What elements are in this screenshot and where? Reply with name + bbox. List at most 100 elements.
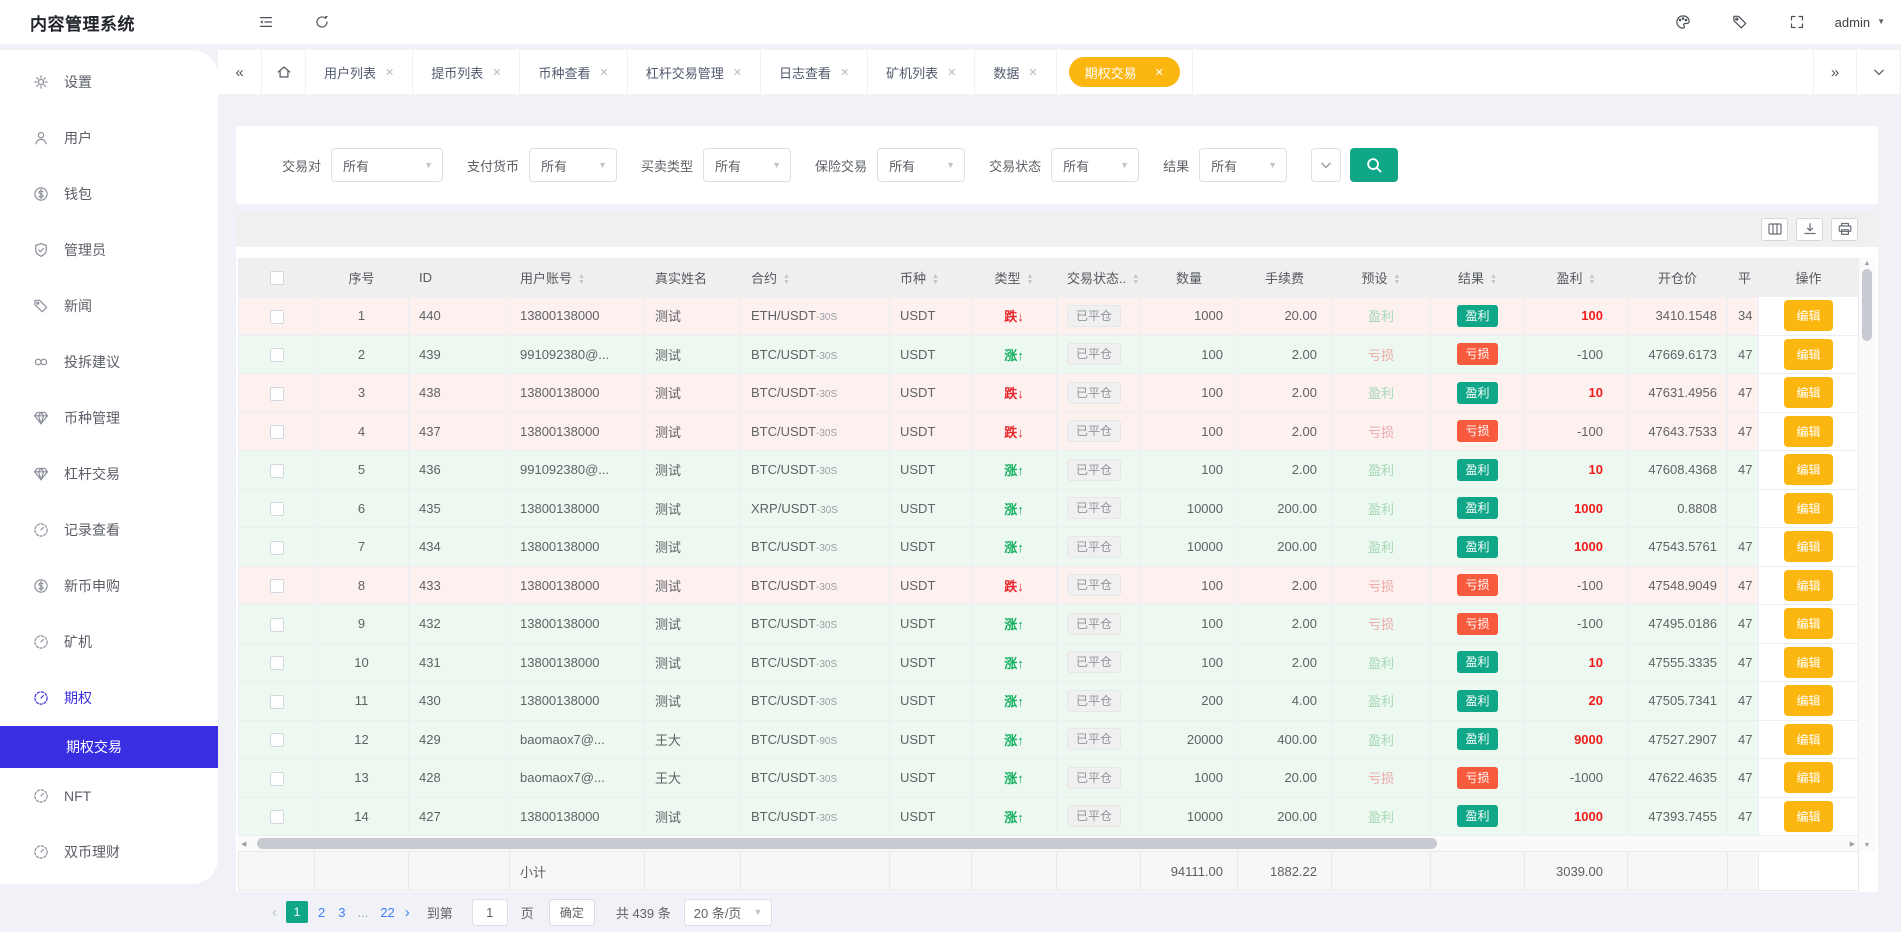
close-tab-icon[interactable]: ✕	[385, 66, 394, 79]
close-tab-icon[interactable]: ✕	[840, 66, 849, 79]
tab-用户列表[interactable]: 用户列表✕	[306, 50, 413, 94]
sidebar-item-矿机[interactable]: 矿机	[0, 614, 218, 670]
edit-button[interactable]: 编辑	[1784, 339, 1832, 370]
row-checkbox[interactable]	[270, 695, 284, 709]
column-header-交易状态..[interactable]: 交易状态..▲▼	[1057, 259, 1141, 297]
sidebar-item-记录查看[interactable]: 记录查看	[0, 502, 218, 558]
row-checkbox[interactable]	[270, 733, 284, 747]
tabs-scroll-right[interactable]: »	[1813, 50, 1857, 94]
column-header-合约[interactable]: 合约▲▼	[741, 259, 890, 297]
page-button-3[interactable]: 3	[335, 905, 348, 920]
user-menu[interactable]: admin ▼	[1835, 0, 1885, 44]
sidebar-item-期权[interactable]: 期权	[0, 670, 218, 726]
confirm-button[interactable]: 确定	[549, 899, 595, 926]
edit-button[interactable]: 编辑	[1784, 300, 1832, 331]
sidebar-item-投拆建议[interactable]: 投拆建议	[0, 334, 218, 390]
sidebar-item-新闻[interactable]: 新闻	[0, 278, 218, 334]
page-button-22[interactable]: 22	[377, 905, 397, 920]
edit-button[interactable]: 编辑	[1784, 608, 1832, 639]
sidebar-item-杠杆交易[interactable]: 杠杆交易	[0, 446, 218, 502]
edit-button[interactable]: 编辑	[1784, 647, 1832, 678]
column-header-盈利[interactable]: 盈利▲▼	[1525, 259, 1628, 297]
vertical-scroll-thumb[interactable]	[1862, 269, 1872, 341]
collapse-menu-icon[interactable]	[247, 0, 285, 44]
tabs-more-dropdown[interactable]	[1857, 50, 1901, 94]
edit-button[interactable]: 编辑	[1784, 762, 1832, 793]
close-tab-icon[interactable]: ✕	[599, 66, 608, 79]
tab-杠杆交易管理[interactable]: 杠杆交易管理✕	[628, 50, 761, 94]
refresh-icon[interactable]	[303, 0, 341, 44]
filter-select-保险交易[interactable]: 所有▼	[877, 148, 965, 182]
tab-矿机列表[interactable]: 矿机列表✕	[868, 50, 975, 94]
edit-button[interactable]: 编辑	[1784, 570, 1832, 601]
row-checkbox[interactable]	[270, 387, 284, 401]
export-button[interactable]	[1796, 218, 1823, 241]
row-checkbox[interactable]	[270, 541, 284, 555]
scroll-up-arrow[interactable]: ▲	[1864, 260, 1871, 267]
horizontal-scrollbar[interactable]: ◀ ▶	[238, 836, 1858, 851]
sidebar-item-双币理财[interactable]: 双币理财	[0, 824, 218, 880]
row-checkbox[interactable]	[270, 579, 284, 593]
edit-button[interactable]: 编辑	[1784, 377, 1832, 408]
sidebar-item-钱包[interactable]: 钱包	[0, 166, 218, 222]
filter-select-支付货币[interactable]: 所有▼	[529, 148, 617, 182]
close-tab-icon[interactable]: ✕	[947, 66, 956, 79]
tab-日志查看[interactable]: 日志查看✕	[761, 50, 868, 94]
sort-carets-icon[interactable]: ▲▼	[783, 274, 790, 285]
next-page-button[interactable]: ›	[405, 904, 410, 921]
column-settings-button[interactable]	[1761, 218, 1788, 241]
vertical-scrollbar[interactable]: ▲ ▼	[1858, 258, 1875, 851]
edit-button[interactable]: 编辑	[1784, 724, 1832, 755]
sort-carets-icon[interactable]: ▲▼	[1027, 274, 1034, 285]
sidebar-item-用户[interactable]: 用户	[0, 110, 218, 166]
page-button-2[interactable]: 2	[315, 905, 328, 920]
column-header-预设[interactable]: 预设▲▼	[1332, 259, 1431, 297]
page-size-select[interactable]: 20 条/页▼	[684, 899, 773, 926]
row-checkbox[interactable]	[270, 348, 284, 362]
filter-select-交易对[interactable]: 所有▼	[331, 148, 443, 182]
filter-select-买卖类型[interactable]: 所有▼	[703, 148, 791, 182]
tabs-scroll-left[interactable]: «	[218, 50, 262, 94]
tab-数据[interactable]: 数据✕	[975, 50, 1056, 94]
close-tab-icon[interactable]: ✕	[492, 66, 501, 79]
sort-carets-icon[interactable]: ▲▼	[1490, 274, 1497, 285]
edit-button[interactable]: 编辑	[1784, 531, 1832, 562]
row-checkbox[interactable]	[270, 656, 284, 670]
scroll-right-arrow[interactable]: ▶	[1850, 840, 1855, 848]
home-tab[interactable]	[262, 50, 306, 94]
print-button[interactable]	[1831, 218, 1858, 241]
row-checkbox[interactable]	[270, 464, 284, 478]
jump-page-input[interactable]	[472, 899, 508, 926]
filter-select-交易状态[interactable]: 所有▼	[1051, 148, 1139, 182]
scroll-left-arrow[interactable]: ◀	[241, 840, 246, 848]
filters-collapse-button[interactable]	[1311, 148, 1341, 182]
sort-carets-icon[interactable]: ▲▼	[578, 274, 585, 285]
edit-button[interactable]: 编辑	[1784, 416, 1832, 447]
row-checkbox[interactable]	[270, 810, 284, 824]
select-all-checkbox[interactable]	[270, 271, 284, 285]
sort-carets-icon[interactable]: ▲▼	[1132, 274, 1139, 285]
edit-button[interactable]: 编辑	[1784, 685, 1832, 716]
column-header-结果[interactable]: 结果▲▼	[1431, 259, 1525, 297]
row-checkbox[interactable]	[270, 502, 284, 516]
sidebar-item-币种管理[interactable]: 币种管理	[0, 390, 218, 446]
edit-button[interactable]: 编辑	[1784, 493, 1832, 524]
sort-carets-icon[interactable]: ▲▼	[1589, 274, 1596, 285]
edit-button[interactable]: 编辑	[1784, 454, 1832, 485]
edit-button[interactable]: 编辑	[1784, 801, 1832, 832]
sidebar-item-管理员[interactable]: 管理员	[0, 222, 218, 278]
sort-carets-icon[interactable]: ▲▼	[932, 274, 939, 285]
close-tab-icon[interactable]: ✕	[733, 66, 742, 79]
horizontal-scroll-thumb[interactable]	[257, 838, 1437, 849]
sort-carets-icon[interactable]: ▲▼	[1394, 274, 1401, 285]
filter-select-结果[interactable]: 所有▼	[1199, 148, 1287, 182]
sidebar-subitem-期权交易[interactable]: 期权交易	[0, 726, 218, 768]
tag-icon[interactable]	[1721, 0, 1759, 44]
search-button[interactable]	[1350, 148, 1398, 182]
prev-page-button[interactable]: ‹	[272, 904, 277, 921]
tab-币种查看[interactable]: 币种查看✕	[520, 50, 627, 94]
column-header-用户账号[interactable]: 用户账号▲▼	[510, 259, 645, 297]
sidebar-item-NFT[interactable]: NFT	[0, 768, 218, 824]
fullscreen-icon[interactable]	[1778, 0, 1816, 44]
close-tab-icon[interactable]: ✕	[1028, 66, 1037, 79]
